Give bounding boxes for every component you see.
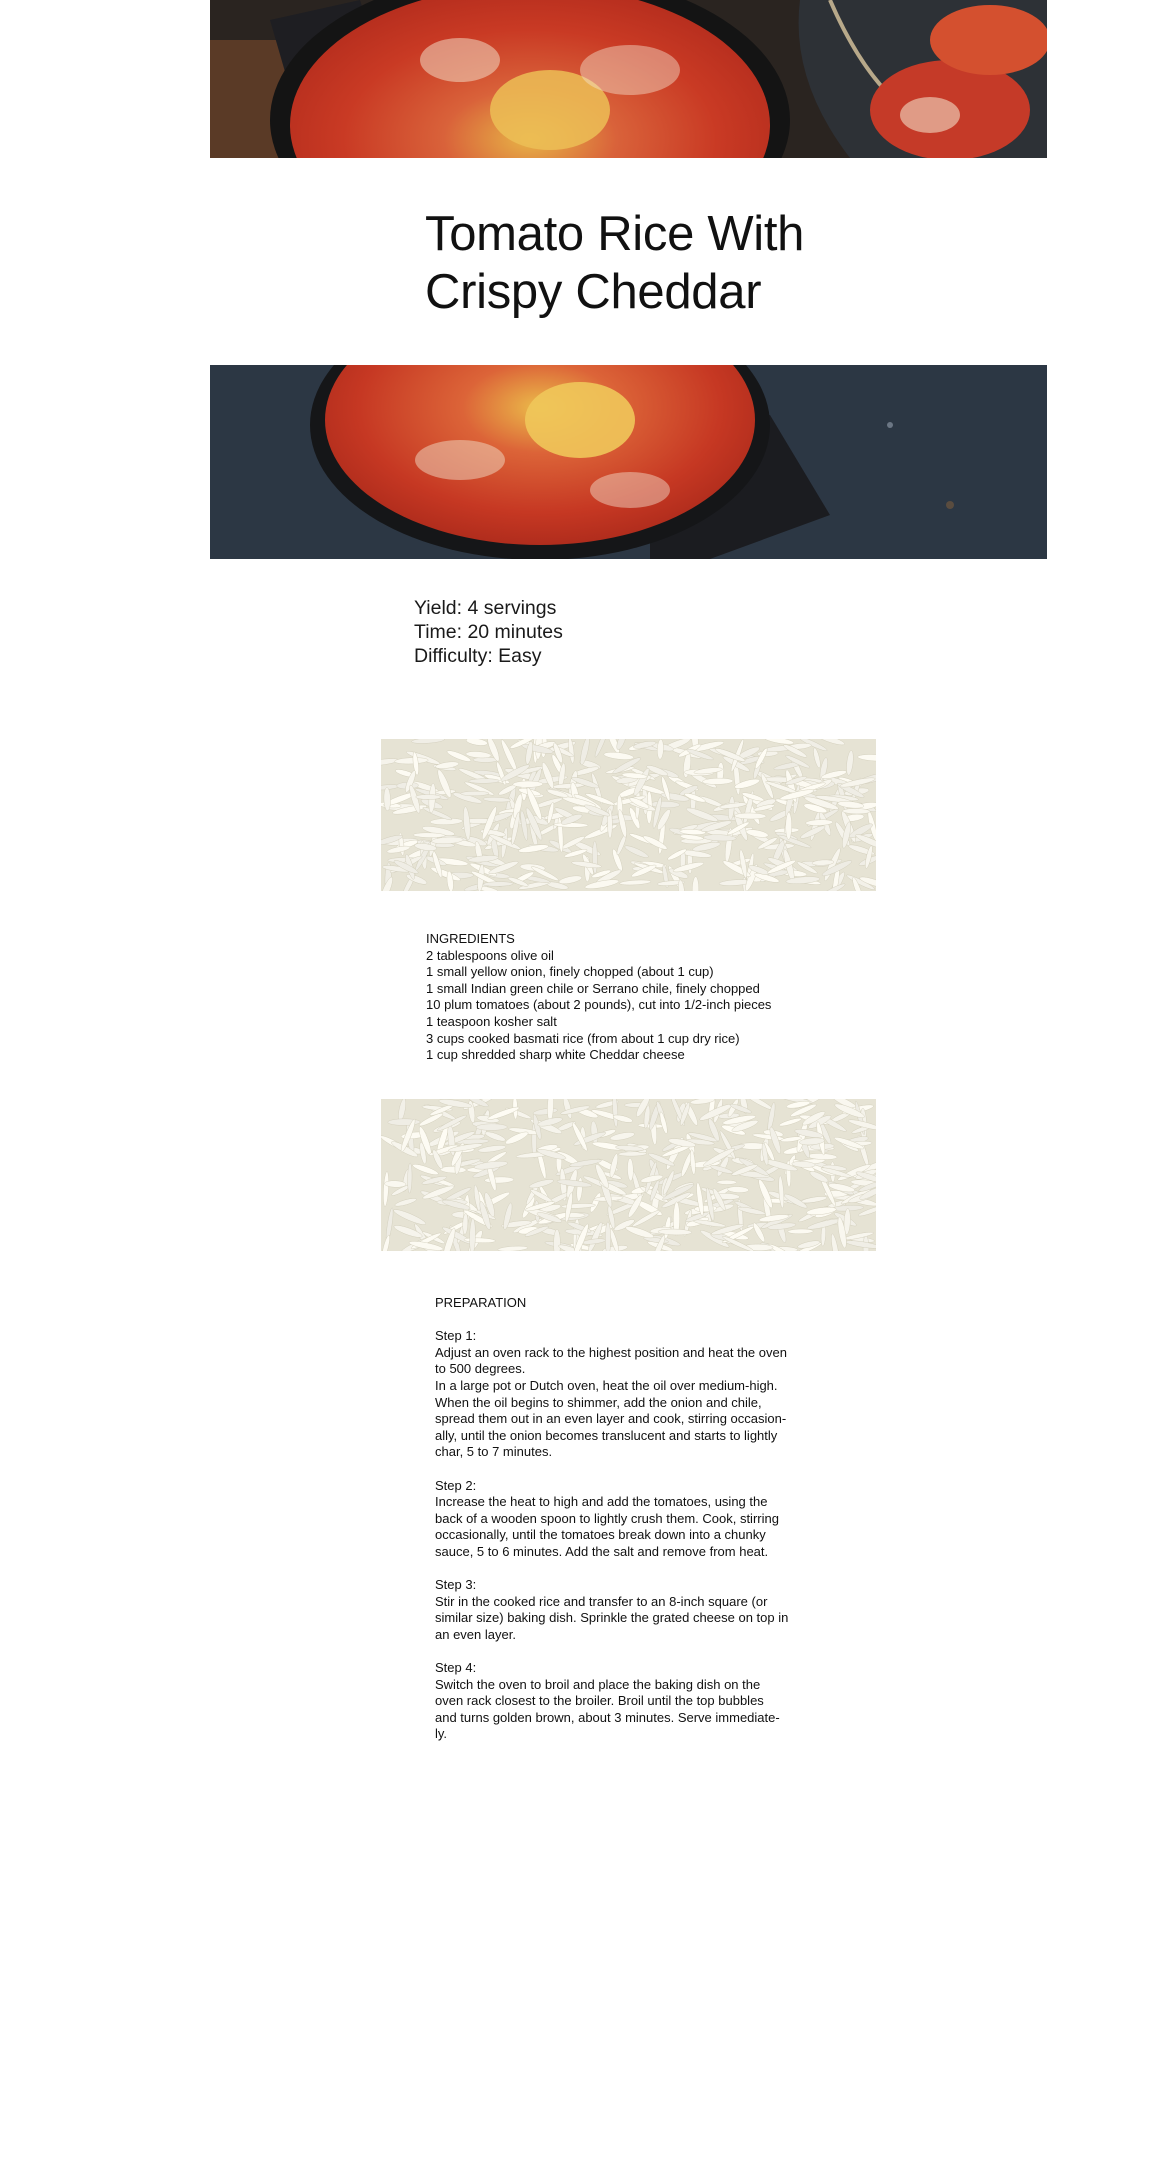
step-label: Step 3: [435, 1577, 477, 1593]
rice-grain [512, 780, 543, 788]
step-text: Adjust an oven rack to the highest posit… [435, 1344, 787, 1460]
rice-grain [842, 808, 871, 815]
hero-photo-middle [210, 365, 1047, 559]
preparation-section: PREPARATION Step 1: Adjust an oven rack … [435, 1295, 800, 1743]
recipe-meta: Yield: 4 servings Time: 20 minutes Diffi… [414, 596, 814, 668]
rice-grain [785, 812, 792, 840]
recipe-title: Tomato Rice With Crispy Cheddar [425, 205, 945, 321]
recipe-yield: Yield: 4 servings [414, 597, 557, 619]
tomato-rice-skillet-image [210, 365, 1047, 559]
step-label: Step 1: [435, 1328, 477, 1344]
rice-texture-image-1 [381, 739, 876, 891]
rice-grain [716, 1179, 737, 1185]
tomato-rice-dish-image [210, 0, 1047, 158]
ingredients-section: INGREDIENTS 2 tablespoons olive oil 1 sm… [426, 931, 856, 1064]
rice-grain [475, 1123, 508, 1131]
ingredient-item: 3 cups cooked basmati rice (from about 1… [426, 1030, 740, 1046]
ingredient-item: 1 small Indian green chile or Serrano ch… [426, 980, 760, 996]
ingredient-item: 1 teaspoon kosher salt [426, 1013, 557, 1029]
basmati-rice-texture-2 [381, 1099, 876, 1251]
step-label: Step 2: [435, 1477, 477, 1493]
basmati-rice-texture-1 [381, 739, 876, 891]
step-text: Switch the oven to broil and place the b… [435, 1676, 780, 1742]
rice-grain [468, 778, 500, 784]
ingredients-heading: INGREDIENTS [426, 931, 515, 946]
step-text: Stir in the cooked rice and transfer to … [435, 1593, 789, 1642]
ingredient-item: 1 small yellow onion, finely chopped (ab… [426, 964, 714, 980]
rice-grain [734, 812, 767, 820]
rice-texture-image-2 [381, 1099, 876, 1251]
recipe-title-line1: Tomato Rice With [425, 207, 805, 261]
preparation-heading: PREPARATION [435, 1295, 527, 1310]
rice-grain [460, 790, 490, 797]
hero-photo-top [210, 0, 1047, 158]
step-label: Step 4: [435, 1660, 477, 1676]
rice-grain [415, 794, 441, 800]
recipe-title-line2: Crispy Cheddar [425, 265, 762, 319]
ingredient-item: 1 cup shredded sharp white Cheddar chees… [426, 1047, 685, 1063]
step-text: Increase the heat to high and add the to… [435, 1494, 779, 1559]
rice-grain [605, 1221, 611, 1251]
recipe-time: Time: 20 minutes [414, 621, 563, 643]
ingredient-item: 10 plum tomatoes (about 2 pounds), cut i… [426, 997, 772, 1013]
ingredient-item: 2 tablespoons olive oil [426, 947, 554, 963]
rice-grain [592, 840, 598, 874]
recipe-difficulty: Difficulty: Easy [414, 645, 542, 667]
rice-grain [483, 881, 514, 887]
